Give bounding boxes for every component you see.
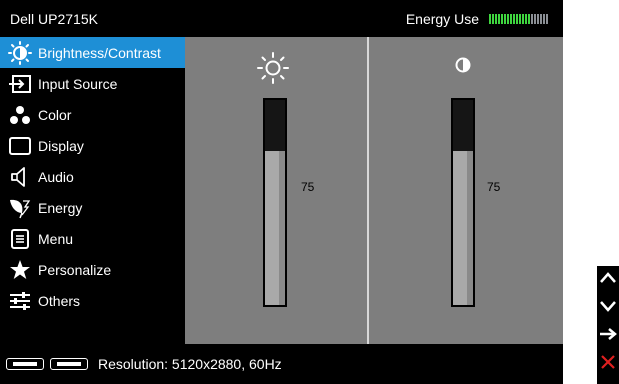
enter-button[interactable] bbox=[597, 322, 619, 350]
menu-item-personalize[interactable]: Personalize bbox=[0, 254, 185, 285]
menu-item-label: Input Source bbox=[38, 75, 118, 92]
down-button[interactable] bbox=[597, 294, 619, 322]
menu-item-color[interactable]: Color bbox=[0, 99, 185, 130]
main-menu: Brightness/Contrast Input Source Color D… bbox=[0, 37, 185, 344]
menu-item-display[interactable]: Display bbox=[0, 130, 185, 161]
down-arrow-icon bbox=[599, 299, 617, 318]
contrast-value: 75 bbox=[487, 180, 501, 194]
sun-icon bbox=[245, 51, 301, 85]
menu-item-others[interactable]: Others bbox=[0, 285, 185, 316]
display-icon bbox=[2, 136, 38, 156]
up-arrow-icon bbox=[599, 271, 617, 290]
energy-meter-segment bbox=[546, 14, 548, 24]
energy-meter-segment bbox=[522, 14, 524, 24]
energy-meter-segment bbox=[516, 14, 518, 24]
energy-meter-segment bbox=[495, 14, 497, 24]
enter-arrow-icon bbox=[599, 327, 617, 346]
displayport-connector-icon bbox=[6, 358, 44, 370]
energy-meter-segment bbox=[540, 14, 542, 24]
color-icon bbox=[2, 105, 38, 125]
brightness-slider-fill bbox=[265, 151, 285, 305]
menu-item-menu[interactable]: Menu bbox=[0, 223, 185, 254]
energy-meter-segment bbox=[504, 14, 506, 24]
menu-item-label: Energy bbox=[38, 199, 83, 216]
menu-item-energy[interactable]: Energy bbox=[0, 192, 185, 223]
monitor-button-guide bbox=[597, 266, 619, 384]
displayport-connector-icon bbox=[50, 358, 88, 370]
resolution-text: Resolution: 5120x2880, 60Hz bbox=[98, 356, 282, 372]
up-button[interactable] bbox=[597, 266, 619, 294]
menu-item-label: Menu bbox=[38, 230, 74, 247]
brightness-contrast-icon bbox=[2, 40, 38, 65]
exit-x-icon bbox=[600, 354, 616, 375]
input-source-icon bbox=[2, 74, 38, 94]
energy-meter-segment bbox=[531, 14, 533, 24]
menu-item-label: Audio bbox=[38, 168, 74, 185]
brightness-contrast-panel: 75 75 bbox=[185, 37, 563, 344]
menu-item-audio[interactable]: Audio bbox=[0, 161, 185, 192]
energy-meter-segment bbox=[507, 14, 509, 24]
menu-item-label: Display bbox=[38, 137, 84, 154]
energy-meter-segment bbox=[501, 14, 503, 24]
contrast-icon bbox=[435, 57, 491, 73]
energy-meter-segment bbox=[489, 14, 491, 24]
energy-meter-segment bbox=[543, 14, 545, 24]
energy-use-meter bbox=[489, 14, 549, 24]
osd-window: Dell UP2715K Energy Use Brightness/Contr… bbox=[0, 0, 563, 384]
energy-use-label: Energy Use bbox=[405, 11, 479, 27]
energy-meter-segment bbox=[528, 14, 530, 24]
panel-divider bbox=[367, 37, 369, 344]
energy-meter-segment bbox=[534, 14, 536, 24]
energy-leaf-icon bbox=[2, 197, 38, 219]
menu-item-brightness-contrast[interactable]: Brightness/Contrast bbox=[0, 37, 185, 68]
energy-meter-segment bbox=[537, 14, 539, 24]
contrast-slider-fill bbox=[453, 151, 473, 305]
brightness-slider[interactable] bbox=[263, 98, 287, 307]
status-bar: Resolution: 5120x2880, 60Hz bbox=[0, 344, 563, 384]
audio-icon bbox=[2, 166, 38, 188]
contrast-slider[interactable] bbox=[451, 98, 475, 307]
energy-meter-segment bbox=[519, 14, 521, 24]
energy-meter-segment bbox=[498, 14, 500, 24]
exit-button[interactable] bbox=[597, 350, 619, 378]
menu-item-label: Personalize bbox=[38, 261, 112, 278]
energy-meter-segment bbox=[510, 14, 512, 24]
energy-meter-segment bbox=[513, 14, 515, 24]
menu-item-label: Brightness/Contrast bbox=[38, 44, 161, 61]
title-bar: Dell UP2715K Energy Use bbox=[0, 0, 563, 37]
menu-item-label: Others bbox=[38, 292, 81, 309]
monitor-model: Dell UP2715K bbox=[10, 11, 98, 27]
brightness-value: 75 bbox=[301, 180, 315, 194]
others-sliders-icon bbox=[2, 291, 38, 311]
menu-item-label: Color bbox=[38, 106, 72, 123]
energy-use-indicator: Energy Use bbox=[406, 11, 549, 27]
star-icon bbox=[2, 259, 38, 281]
menu-icon bbox=[2, 228, 38, 250]
energy-meter-segment bbox=[525, 14, 527, 24]
menu-item-input-source[interactable]: Input Source bbox=[0, 68, 185, 99]
energy-meter-segment bbox=[492, 14, 494, 24]
